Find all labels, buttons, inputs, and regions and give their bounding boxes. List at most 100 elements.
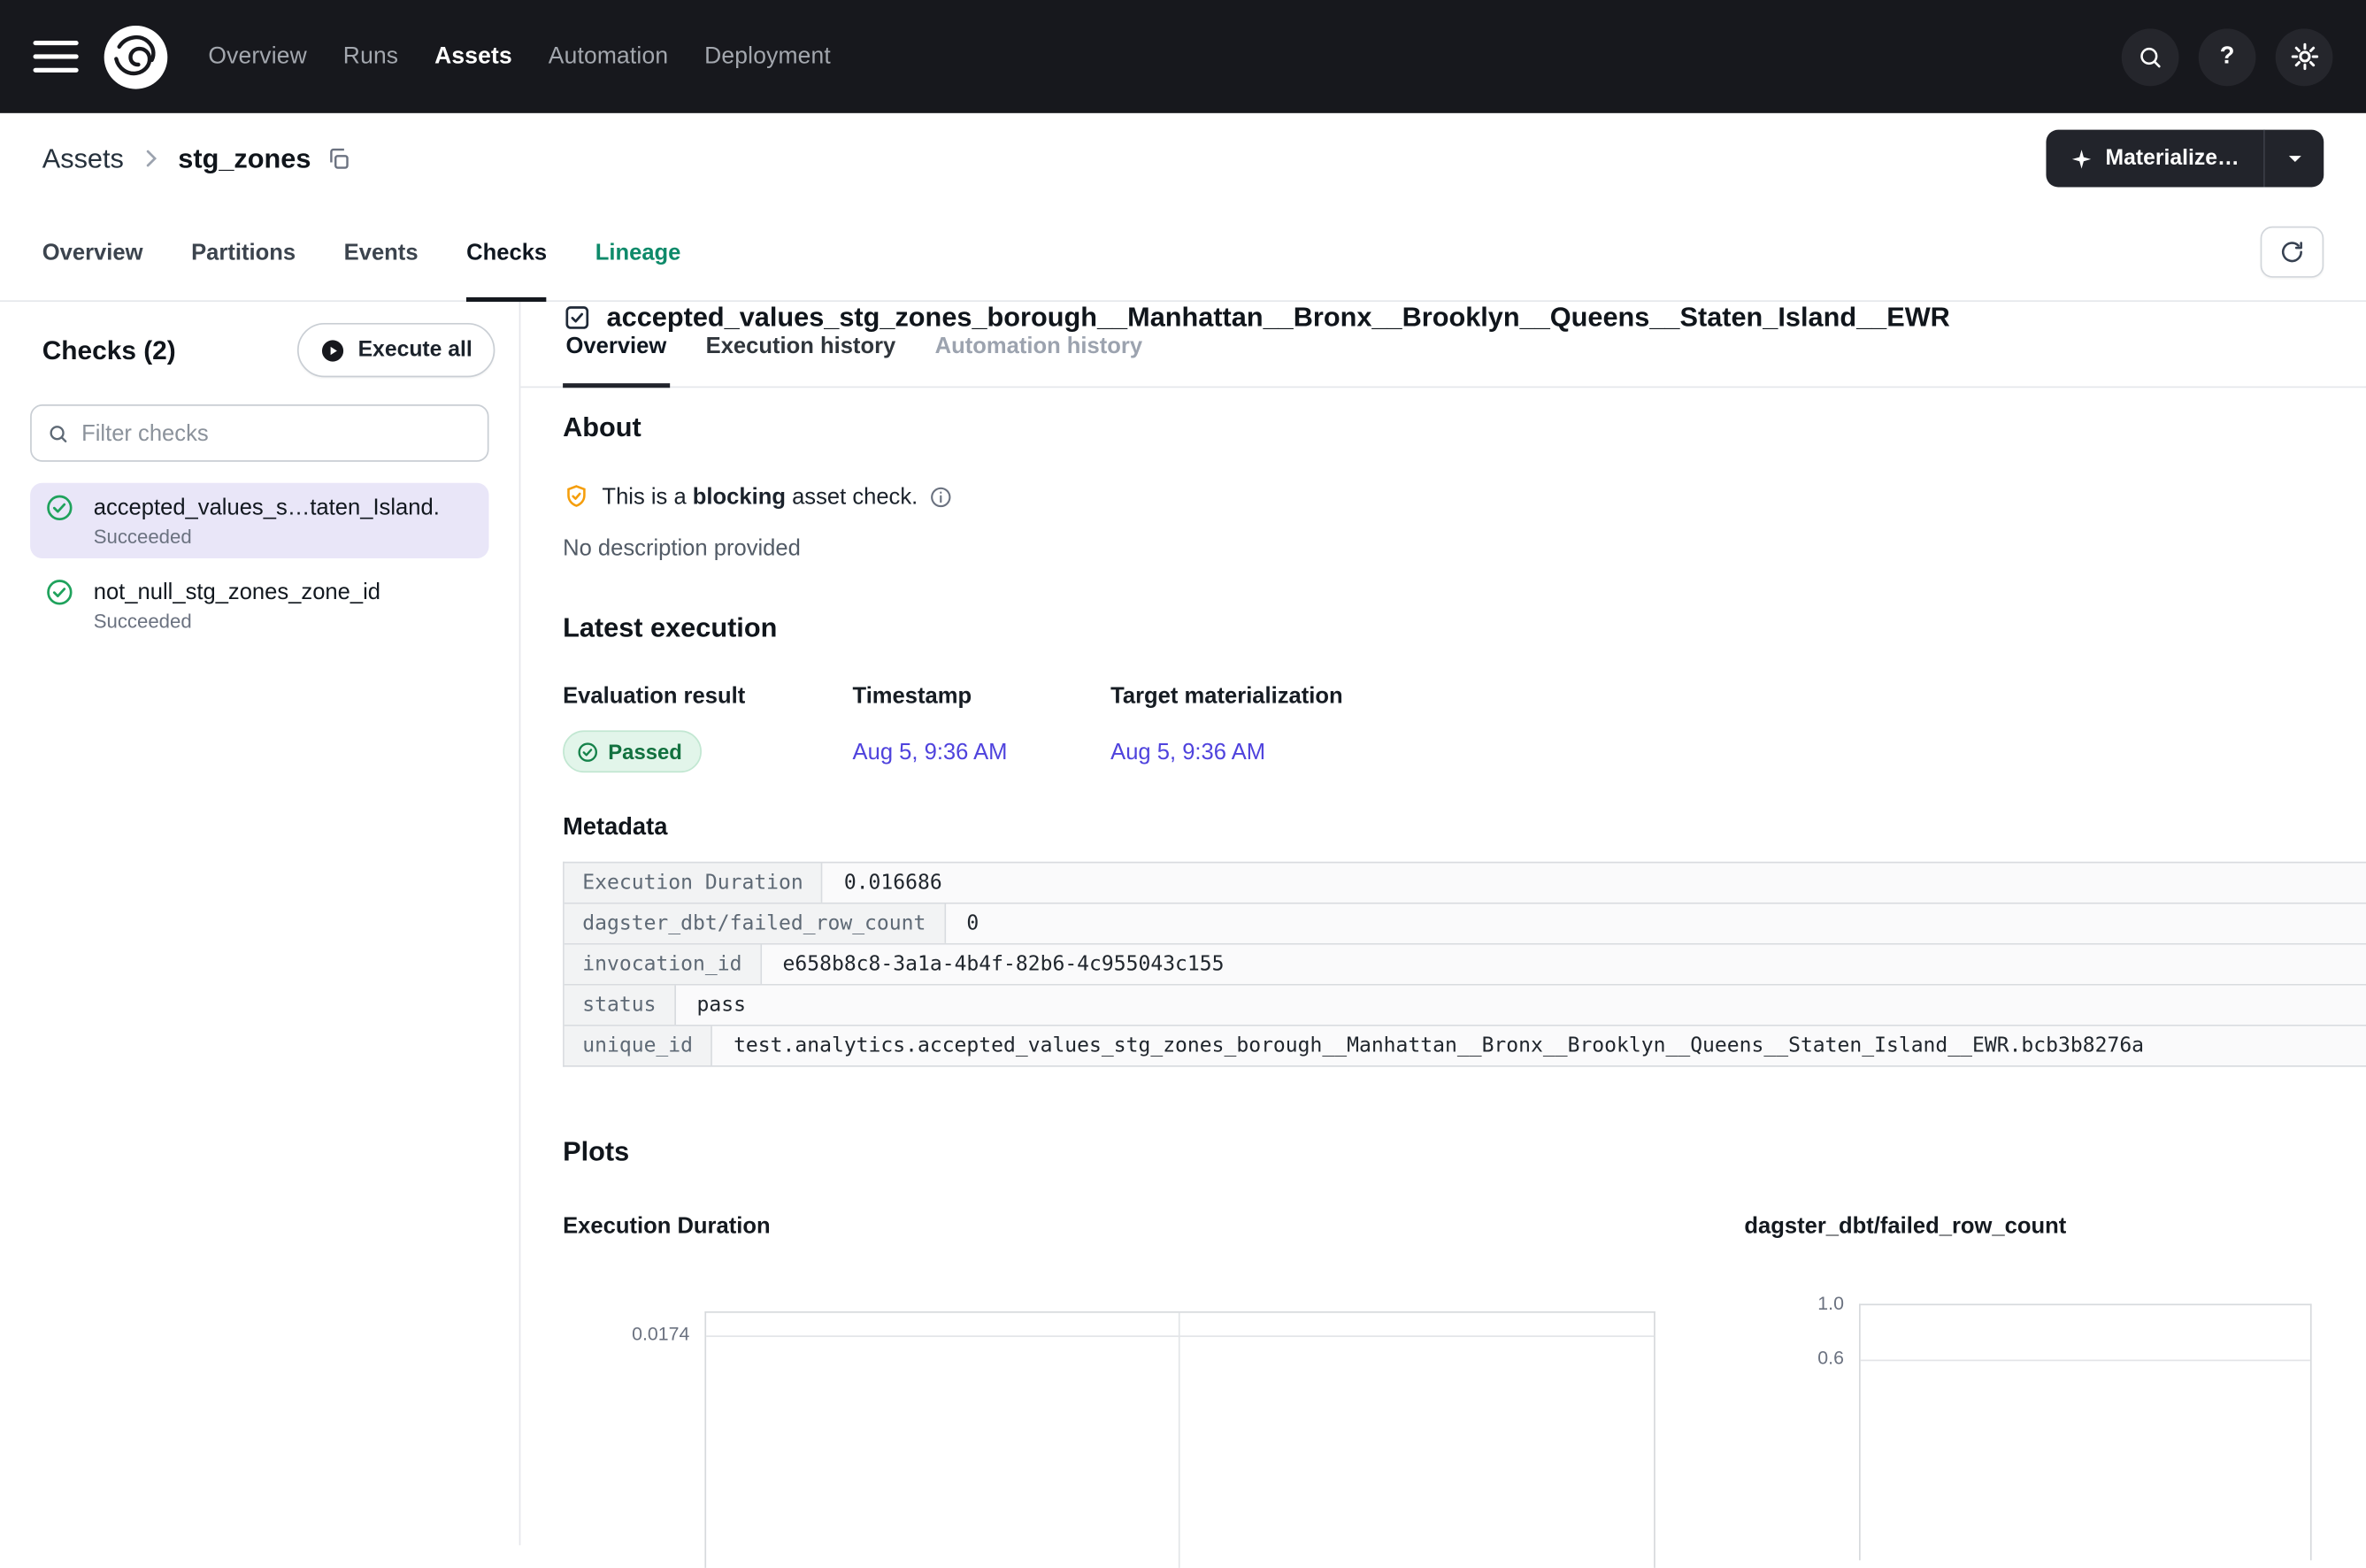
hamburger-menu-icon[interactable] xyxy=(34,41,79,73)
latest-execution-grid: Evaluation result Timestamp Target mater… xyxy=(563,684,2324,773)
help-button[interactable]: ? xyxy=(2199,28,2256,86)
col-target-materialization: Target materialization xyxy=(1110,684,2324,710)
execute-all-label: Execute all xyxy=(358,338,472,362)
search-icon xyxy=(2137,43,2164,71)
table-row: invocation_id e658b8c8-3a1a-4b4f-82b6-4c… xyxy=(565,945,2366,986)
chevron-down-icon xyxy=(2284,148,2305,169)
content: Checks (2) Execute all xyxy=(0,302,2366,1545)
nav-item-automation[interactable]: Automation xyxy=(549,43,668,71)
check-success-icon xyxy=(45,494,84,522)
nav-item-overview[interactable]: Overview xyxy=(208,43,307,71)
materialize-button[interactable]: Materialize… xyxy=(2047,130,2263,188)
materialize-split-button: Materialize… xyxy=(2047,130,2324,188)
tab-lineage[interactable]: Lineage xyxy=(595,204,681,300)
description-placeholder: No description provided xyxy=(563,535,2324,561)
check-name-title: accepted_values_stg_zones_borough__Manha… xyxy=(607,302,1950,334)
chart-title: Execution Duration xyxy=(563,1213,1744,1239)
check-item-status: Succeeded xyxy=(94,525,474,548)
nav-right-actions: ? xyxy=(2122,28,2333,86)
materialize-label: Materialize… xyxy=(2106,146,2239,170)
about-heading: About xyxy=(563,412,2324,444)
chart-failed-row-count: dagster_dbt/failed_row_count 1.0 0.6 xyxy=(1744,1213,2324,1568)
tab-checks[interactable]: Checks xyxy=(466,204,547,300)
y-tick-label: 0.6 xyxy=(1817,1348,1844,1369)
tab-execution-history[interactable]: Execution history xyxy=(703,334,898,387)
metadata-value: e658b8c8-3a1a-4b4f-82b6-4c955043c155 xyxy=(762,945,2366,984)
settings-button[interactable] xyxy=(2276,28,2333,86)
check-item-name: not_null_stg_zones_zone_id xyxy=(94,580,474,605)
asset-tabs: Overview Partitions Events Checks Lineag… xyxy=(42,204,681,300)
check-list-item-accepted-values[interactable]: accepted_values_s…taten_Island. Succeede… xyxy=(30,483,488,558)
tab-events[interactable]: Events xyxy=(344,204,419,300)
badge-check-icon xyxy=(576,740,599,763)
check-list-item-not-null[interactable]: not_null_stg_zones_zone_id Succeeded xyxy=(30,567,488,642)
filter-checks-input[interactable] xyxy=(81,420,472,446)
metadata-value: 0.016686 xyxy=(823,863,2366,902)
tab-automation-history: Automation history xyxy=(932,334,1145,387)
gear-icon xyxy=(2288,41,2320,73)
checks-sidebar: Checks (2) Execute all xyxy=(0,302,520,1545)
y-tick-label: 1.0 xyxy=(1817,1293,1844,1314)
materialize-dropdown-button[interactable] xyxy=(2263,130,2324,188)
check-list: accepted_values_s…taten_Island. Succeede… xyxy=(0,480,519,646)
plot-area xyxy=(1859,1303,2312,1560)
table-row: unique_id test.analytics.accepted_values… xyxy=(565,1026,2366,1065)
blocking-text: This is a blocking asset check. xyxy=(602,484,918,510)
metadata-key: dagster_dbt/failed_row_count xyxy=(565,904,946,943)
main-nav-links: Overview Runs Assets Automation Deployme… xyxy=(208,43,831,71)
plots-heading: Plots xyxy=(563,1136,2324,1168)
check-overview-body: About This is a blocking asset check. xyxy=(520,388,2366,1568)
metadata-key: unique_id xyxy=(565,1026,712,1065)
search-button[interactable] xyxy=(2122,28,2179,86)
tab-check-overview[interactable]: Overview xyxy=(563,334,670,387)
blocking-note: This is a blocking asset check. xyxy=(563,483,2324,511)
chart-title: dagster_dbt/failed_row_count xyxy=(1744,1213,2324,1239)
table-row: Execution Duration 0.016686 xyxy=(565,863,2366,903)
metadata-key: Execution Duration xyxy=(565,863,823,902)
col-timestamp: Timestamp xyxy=(853,684,1111,710)
app: Overview Runs Assets Automation Deployme… xyxy=(0,0,2366,1545)
info-icon[interactable] xyxy=(930,485,953,508)
page-title: stg_zones xyxy=(178,142,311,174)
nav-item-assets[interactable]: Assets xyxy=(434,43,512,71)
target-materialization-link[interactable]: Aug 5, 9:36 AM xyxy=(1110,739,2324,765)
table-row: dagster_dbt/failed_row_count 0 xyxy=(565,904,2366,945)
metadata-value: test.analytics.accepted_values_stg_zones… xyxy=(712,1026,2366,1065)
chevron-right-icon xyxy=(139,146,163,170)
nav-item-deployment[interactable]: Deployment xyxy=(704,43,831,71)
status-badge-passed: Passed xyxy=(563,730,702,772)
copy-icon[interactable] xyxy=(326,146,351,172)
plots-row: Execution Duration 0.0174 dags xyxy=(563,1213,2324,1568)
top-nav: Overview Runs Assets Automation Deployme… xyxy=(0,0,2366,113)
help-icon: ? xyxy=(2220,43,2235,71)
sparkle-icon xyxy=(2070,147,2093,170)
refresh-icon xyxy=(2278,238,2306,265)
check-header: accepted_values_stg_zones_borough__Manha… xyxy=(520,302,2366,334)
tab-partitions[interactable]: Partitions xyxy=(191,204,296,300)
dagster-logo[interactable] xyxy=(103,23,169,89)
asset-check-icon xyxy=(563,304,591,332)
breadcrumb-row: Assets stg_zones Materialize… xyxy=(0,113,2366,204)
chart-execution-duration: Execution Duration 0.0174 xyxy=(563,1213,1744,1568)
breadcrumb-assets-link[interactable]: Assets xyxy=(42,142,124,174)
filter-search-icon xyxy=(47,422,70,445)
execute-all-button[interactable]: Execute all xyxy=(297,323,495,377)
check-item-status: Succeeded xyxy=(94,610,474,633)
metadata-value: pass xyxy=(676,986,2366,1025)
metadata-heading: Metadata xyxy=(563,815,2324,842)
col-evaluation-result: Evaluation result xyxy=(563,684,852,710)
check-tabs: Overview Execution history Automation hi… xyxy=(520,334,2366,388)
plot-area xyxy=(704,1311,1655,1568)
check-item-name: accepted_values_s…taten_Island. xyxy=(94,495,474,520)
metadata-key: invocation_id xyxy=(565,945,762,984)
refresh-button[interactable] xyxy=(2261,227,2324,278)
sidebar-header: Checks (2) Execute all xyxy=(0,302,519,392)
latest-execution-heading: Latest execution xyxy=(563,612,2324,644)
play-circle-icon xyxy=(320,337,346,363)
shield-check-icon xyxy=(563,483,590,511)
nav-item-runs[interactable]: Runs xyxy=(343,43,398,71)
tab-overview[interactable]: Overview xyxy=(42,204,143,300)
metadata-value: 0 xyxy=(946,904,2366,943)
timestamp-link[interactable]: Aug 5, 9:36 AM xyxy=(853,739,1111,765)
filter-checks-field[interactable] xyxy=(30,404,488,462)
